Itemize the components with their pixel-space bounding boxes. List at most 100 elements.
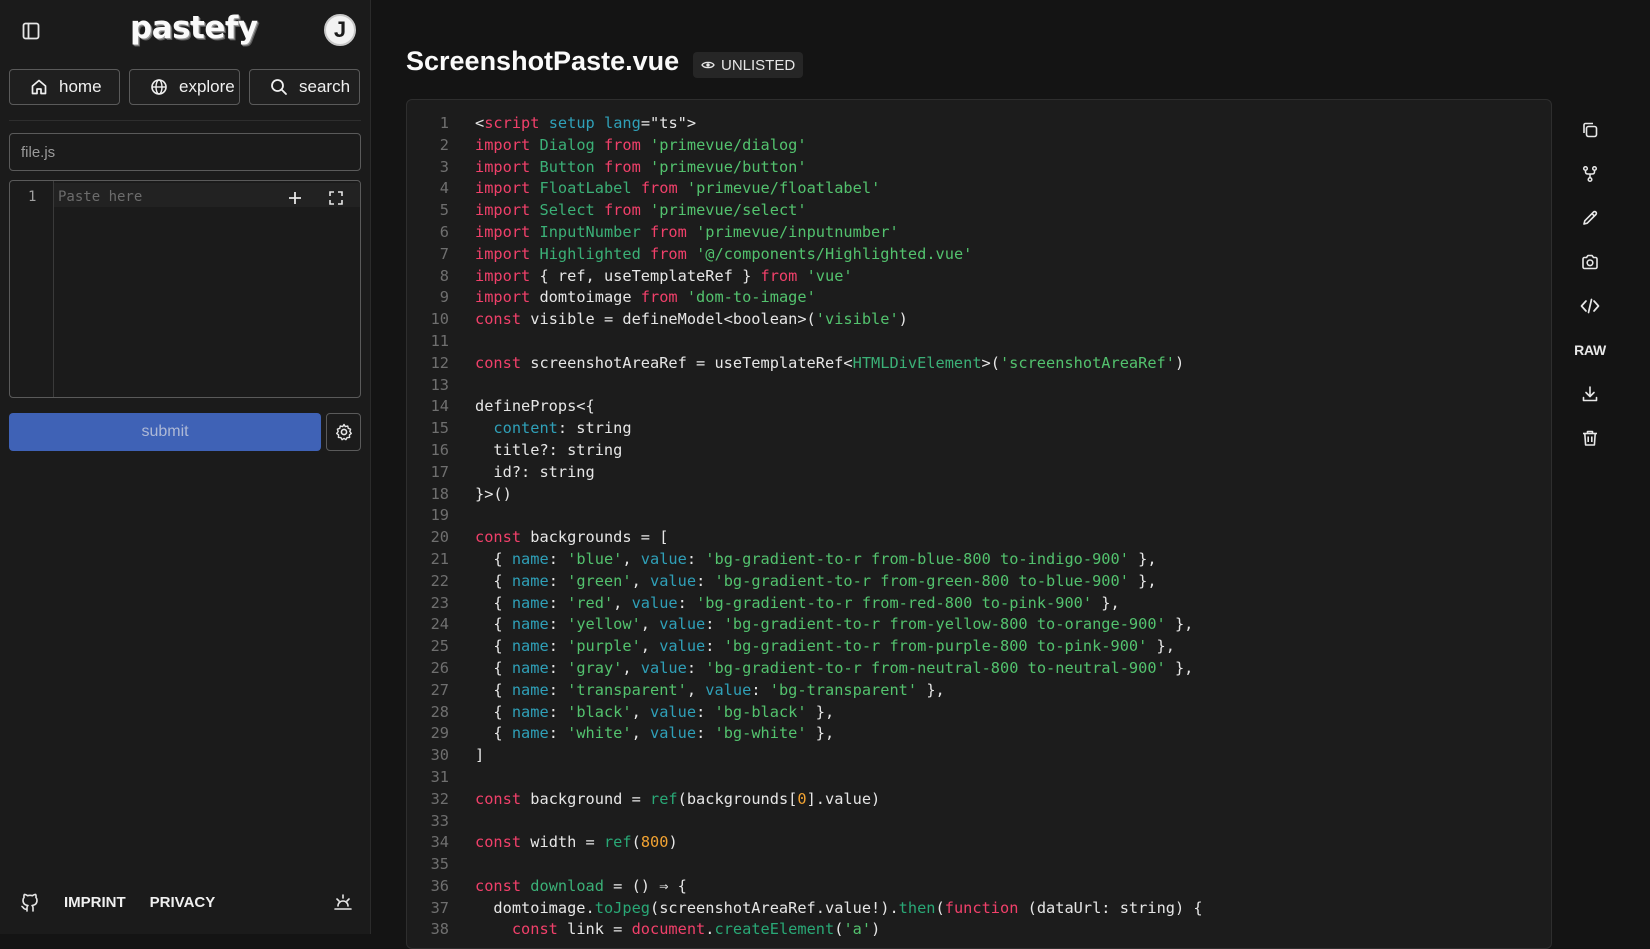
screenshot-button[interactable] [1568,240,1612,284]
search-button[interactable]: search [249,69,360,105]
line-number: 23 [430,593,449,612]
code-line: 31 [407,767,1551,789]
paste-editor[interactable]: 1 Paste here [9,180,361,398]
paste-placeholder[interactable]: Paste here [58,189,142,205]
delete-button[interactable] [1568,416,1612,460]
avatar[interactable]: J [324,14,356,46]
code-token: : [548,637,568,656]
code-token: setup [548,114,595,132]
line-number: 27 [430,680,449,699]
plus-icon[interactable] [284,187,306,209]
code-token: name [511,680,549,699]
code-line: 1 <script setup lang="ts"> [407,113,1551,135]
code-token: ] [475,746,485,765]
download-icon [1581,385,1599,403]
imprint-link[interactable]: IMPRINT [64,894,126,911]
line-number: 20 [430,528,449,547]
line-number: 21 [430,549,449,568]
code-token: , [631,724,650,743]
line-number: 7 [439,244,449,263]
code-token: from [603,201,641,220]
code-token: : [548,593,568,612]
code-token: . [705,920,715,939]
code-line: 14 defineProps<{ [407,396,1551,418]
code-token: >( [981,353,1000,372]
code-token: value [650,702,697,721]
code-token: ) [871,920,881,939]
privacy-link[interactable]: PRIVACY [150,894,216,911]
code-viewer[interactable]: 1 <script setup lang="ts"> 2 import Dialog … [406,99,1552,949]
home-icon [30,78,48,96]
line-number: 15 [430,419,449,438]
code-token: Select [539,201,595,220]
code-text: { name: 'purple', value: 'bg-gradient-to… [475,636,1175,658]
settings-button[interactable] [326,413,361,451]
submit-button[interactable]: submit [9,413,321,451]
home-button[interactable]: home [9,69,120,105]
code-token: 'bg-gradient-to-r from-red-800 to-pink-9… [696,593,1093,612]
code-line: 13 [407,375,1551,397]
sidebar-toggle-icon[interactable] [18,18,44,44]
code-token: link = [557,920,632,939]
code-text: }>() [475,484,512,506]
code-token: { [475,571,512,590]
visibility-label: UNLISTED [721,56,796,74]
code-token: 'primevue/select' [650,201,807,220]
github-icon[interactable] [20,892,40,912]
code-token: visible = defineModel<boolean>( [521,310,816,329]
filename-input[interactable]: file.js [9,133,361,171]
code-text: import Button from 'primevue/button' [475,157,807,179]
code-token: value [650,724,697,743]
code-token: import [475,222,531,241]
code-text: import { ref, useTemplateRef } from 'vue… [475,266,853,288]
line-number: 14 [430,397,449,416]
code-line: 2 import Dialog from 'primevue/dialog' [407,135,1551,157]
code-token: 'bg-black' [714,702,807,721]
app-logo[interactable]: pastefy [130,10,258,46]
edit-button[interactable] [1568,196,1612,240]
code-token: : [548,658,568,677]
theme-icon[interactable] [333,892,353,912]
line-number: 1 [439,114,449,132]
code-text: { name: 'blue', value: 'bg-gradient-to-r… [475,549,1157,571]
code-text: content: string [475,418,631,440]
code-line: 11 [407,331,1551,353]
code-token: ( [631,833,641,852]
code-token: import [475,135,531,154]
code-token: 0 [797,789,807,808]
code-token: id?: string [475,462,595,481]
fork-button[interactable] [1568,152,1612,196]
code-token: 'transparent' [567,680,687,699]
code-line: 20 const backgrounds = [ [407,527,1551,549]
code-text: const download = () ⇒ { [475,876,687,898]
line-number: 5 [439,201,449,220]
code-token: , [686,680,706,699]
line-number: 4 [439,179,449,198]
download-button[interactable] [1568,372,1612,416]
embed-button[interactable] [1568,284,1612,328]
eye-icon [701,60,715,70]
code-token: : [696,702,715,721]
line-number: 26 [430,658,449,677]
raw-button[interactable]: RAW [1568,328,1612,372]
code-token: ) [898,310,908,329]
code-token: 'red' [567,593,614,612]
copy-button[interactable] [1568,108,1612,152]
line-number: 3 [439,157,449,176]
code-token: name [511,549,549,568]
code-token: }, [1128,549,1157,568]
code-token: { [475,724,512,743]
code-token: ( [935,898,945,917]
fullscreen-icon[interactable] [325,187,347,209]
explore-button[interactable]: explore [129,69,240,105]
code-token: ref [603,833,632,852]
code-token: 'bg-gradient-to-r from-blue-800 to-indig… [705,549,1129,568]
code-token: lang [603,114,641,132]
code-token: defineProps<{ [475,397,595,416]
